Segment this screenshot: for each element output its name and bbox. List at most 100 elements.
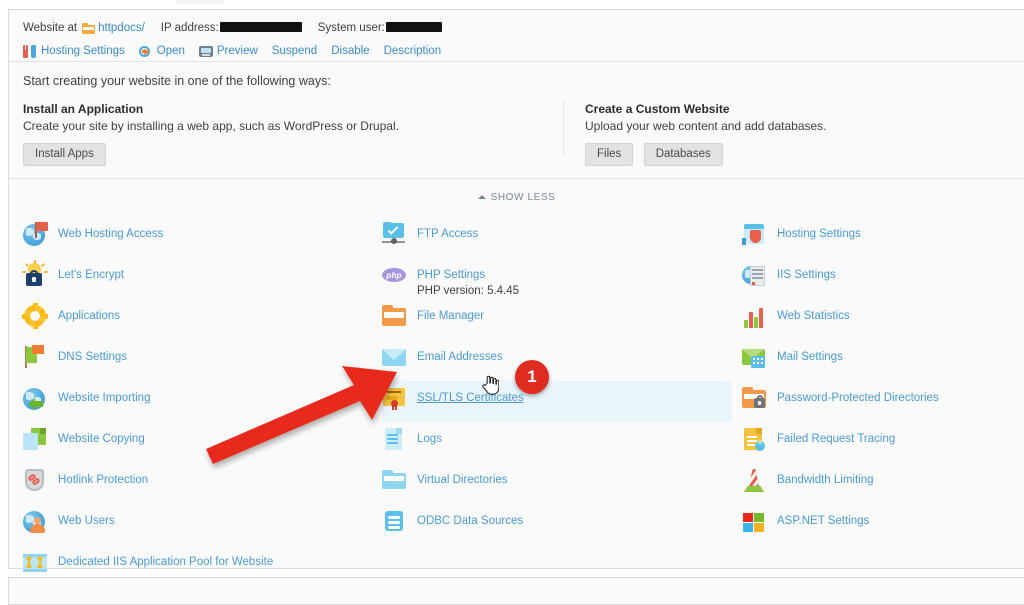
tool-label: DNS Settings [58, 351, 128, 363]
action-suspend[interactable]: Suspend [272, 45, 317, 57]
tool-label: Logs [417, 433, 442, 445]
tool-bandwidth-limiting[interactable]: Bandwidth Limiting [742, 463, 1017, 504]
tool-label: ASP.NET Settings [777, 515, 870, 527]
sun-lock-icon [22, 260, 49, 289]
tool-label: FTP Access [417, 228, 479, 240]
install-apps-button[interactable]: Install Apps [23, 143, 106, 166]
show-less-label: SHOW LESS [490, 191, 556, 203]
shield-chain-icon [23, 468, 49, 494]
tool-label: Bandwidth Limiting [777, 474, 874, 486]
tool-failed-request-tracing[interactable]: Failed Request Tracing [742, 422, 1017, 463]
gear-icon [22, 303, 49, 330]
databases-button[interactable]: Databases [643, 143, 723, 166]
certificate-icon [382, 386, 408, 412]
tool-label: Dedicated IIS Application Pool for Websi… [58, 556, 274, 568]
document-lines-icon [382, 427, 408, 453]
files-button[interactable]: Files [585, 143, 634, 166]
tool-dns-settings[interactable]: DNS Settings [23, 340, 374, 381]
php-icon: php [382, 263, 408, 289]
tool-lets-encrypt[interactable]: Let's Encrypt [22, 258, 374, 299]
chevron-up-icon [477, 195, 486, 199]
install-application-block: Install an Application Create your site … [23, 102, 563, 166]
folder-lock-icon [742, 386, 768, 412]
tool-logs[interactable]: Logs [382, 422, 732, 463]
system-user-label: System user: [317, 21, 385, 34]
tool-applications[interactable]: Applications [22, 299, 374, 340]
tool-label: Applications [58, 310, 121, 322]
globe-import-arrow-icon [23, 386, 49, 412]
tool-password-protected-directories[interactable]: Password-Protected Directories [742, 381, 1017, 422]
tools-column-3: Hosting Settings IIS Settings Web Statis… [732, 217, 1017, 586]
php-version-text: PHP version: 5.4.45 [417, 285, 520, 297]
httpdocs-link[interactable]: httpdocs/ [98, 22, 145, 34]
action-disable-label: Disable [331, 45, 370, 57]
tool-label: Web Hosting Access [58, 228, 164, 240]
tool-label: Email Addresses [417, 351, 503, 363]
tool-label: Hosting Settings [777, 228, 861, 240]
tool-file-manager[interactable]: File Manager [382, 299, 732, 340]
site-info-line: Website at httpdocs/ IP address: System … [23, 19, 1024, 36]
open-external-icon [138, 45, 153, 58]
ip-address-redacted [219, 22, 302, 32]
action-hosting-settings-label: Hosting Settings [41, 45, 125, 57]
globe-flag-icon [23, 222, 49, 248]
green-envelope-icon [742, 345, 768, 371]
action-open[interactable]: Open [138, 45, 185, 58]
bar-chart-icon [742, 304, 768, 330]
tool-hosting-settings[interactable]: Hosting Settings [742, 217, 1017, 258]
tool-website-importing[interactable]: Website Importing [23, 381, 374, 422]
tool-label: IIS Settings [777, 269, 836, 281]
tool-label: Mail Settings [777, 351, 843, 363]
action-preview[interactable]: Preview [198, 45, 258, 57]
create-options-row: Install an Application Create your site … [23, 100, 1010, 166]
install-application-desc: Create your site by installing a web app… [23, 119, 399, 133]
tool-label: File Manager [417, 310, 485, 322]
browser-tab-remnant [176, 0, 224, 4]
tools-grid: Web Hosting Access Let's Encrypt Applica… [9, 217, 1024, 586]
site-header: Website at httpdocs/ IP address: System … [9, 10, 1024, 62]
website-panel-card: Website at httpdocs/ IP address: System … [8, 9, 1024, 572]
tool-web-hosting-access[interactable]: Web Hosting Access [23, 217, 374, 258]
envelope-icon [382, 345, 408, 371]
windows-squares-icon [742, 509, 768, 535]
document-error-icon [742, 427, 768, 453]
tool-label: Virtual Directories [417, 474, 508, 486]
tool-ftp-access[interactable]: FTP Access [382, 217, 732, 258]
tool-asp-net-settings[interactable]: ASP.NET Settings [742, 504, 1017, 545]
tool-ssl-tls-certificates[interactable]: SSL/TLS Certificates [382, 381, 732, 422]
tool-hotlink-protection[interactable]: Hotlink Protection [23, 463, 374, 504]
action-open-label: Open [156, 45, 185, 57]
tool-virtual-directories[interactable]: Virtual Directories [382, 463, 732, 504]
tool-website-copying[interactable]: Website Copying [23, 422, 374, 463]
custom-website-block: Create a Custom Website Upload your web … [563, 100, 1003, 166]
tool-odbc-data-sources[interactable]: ODBC Data Sources [382, 504, 732, 545]
tool-web-users[interactable]: Web Users [23, 504, 374, 545]
folder-icon [82, 23, 96, 34]
copy-documents-icon [23, 427, 49, 453]
show-less-toggle[interactable]: SHOW LESS [477, 191, 556, 203]
orange-folder-icon [382, 304, 408, 330]
custom-website-title: Create a Custom Website [585, 102, 730, 116]
tool-mail-settings[interactable]: Mail Settings [742, 340, 1017, 381]
tool-label: Let's Encrypt [58, 269, 125, 281]
traffic-cone-icon [742, 468, 768, 494]
tools-column-1: Web Hosting Access Let's Encrypt Applica… [9, 217, 374, 586]
tool-php-settings[interactable]: php PHP Settings PHP version: 5.4.45 [382, 258, 732, 299]
install-application-title: Install an Application [23, 102, 144, 116]
tool-label: Website Importing [58, 392, 151, 404]
ftp-folder-check-icon [382, 222, 408, 248]
app-root: Website at httpdocs/ IP address: System … [0, 0, 1024, 605]
tool-iis-settings[interactable]: IIS Settings [742, 258, 1017, 299]
action-hosting-settings[interactable]: Hosting Settings [23, 44, 125, 58]
database-icon [382, 509, 408, 535]
show-less-bar: SHOW LESS [9, 178, 1024, 211]
action-disable[interactable]: Disable [331, 45, 369, 57]
action-description[interactable]: Description [384, 45, 442, 57]
tools-icon [23, 44, 37, 58]
tool-email-addresses[interactable]: Email Addresses [382, 340, 732, 381]
tool-web-statistics[interactable]: Web Statistics [742, 299, 1017, 340]
tool-label: Web Users [58, 515, 115, 527]
globe-server-icon [742, 263, 768, 289]
website-at-label: Website at [23, 21, 78, 34]
site-actions-bar: Hosting Settings Open Preview Suspend Di… [23, 42, 1024, 60]
